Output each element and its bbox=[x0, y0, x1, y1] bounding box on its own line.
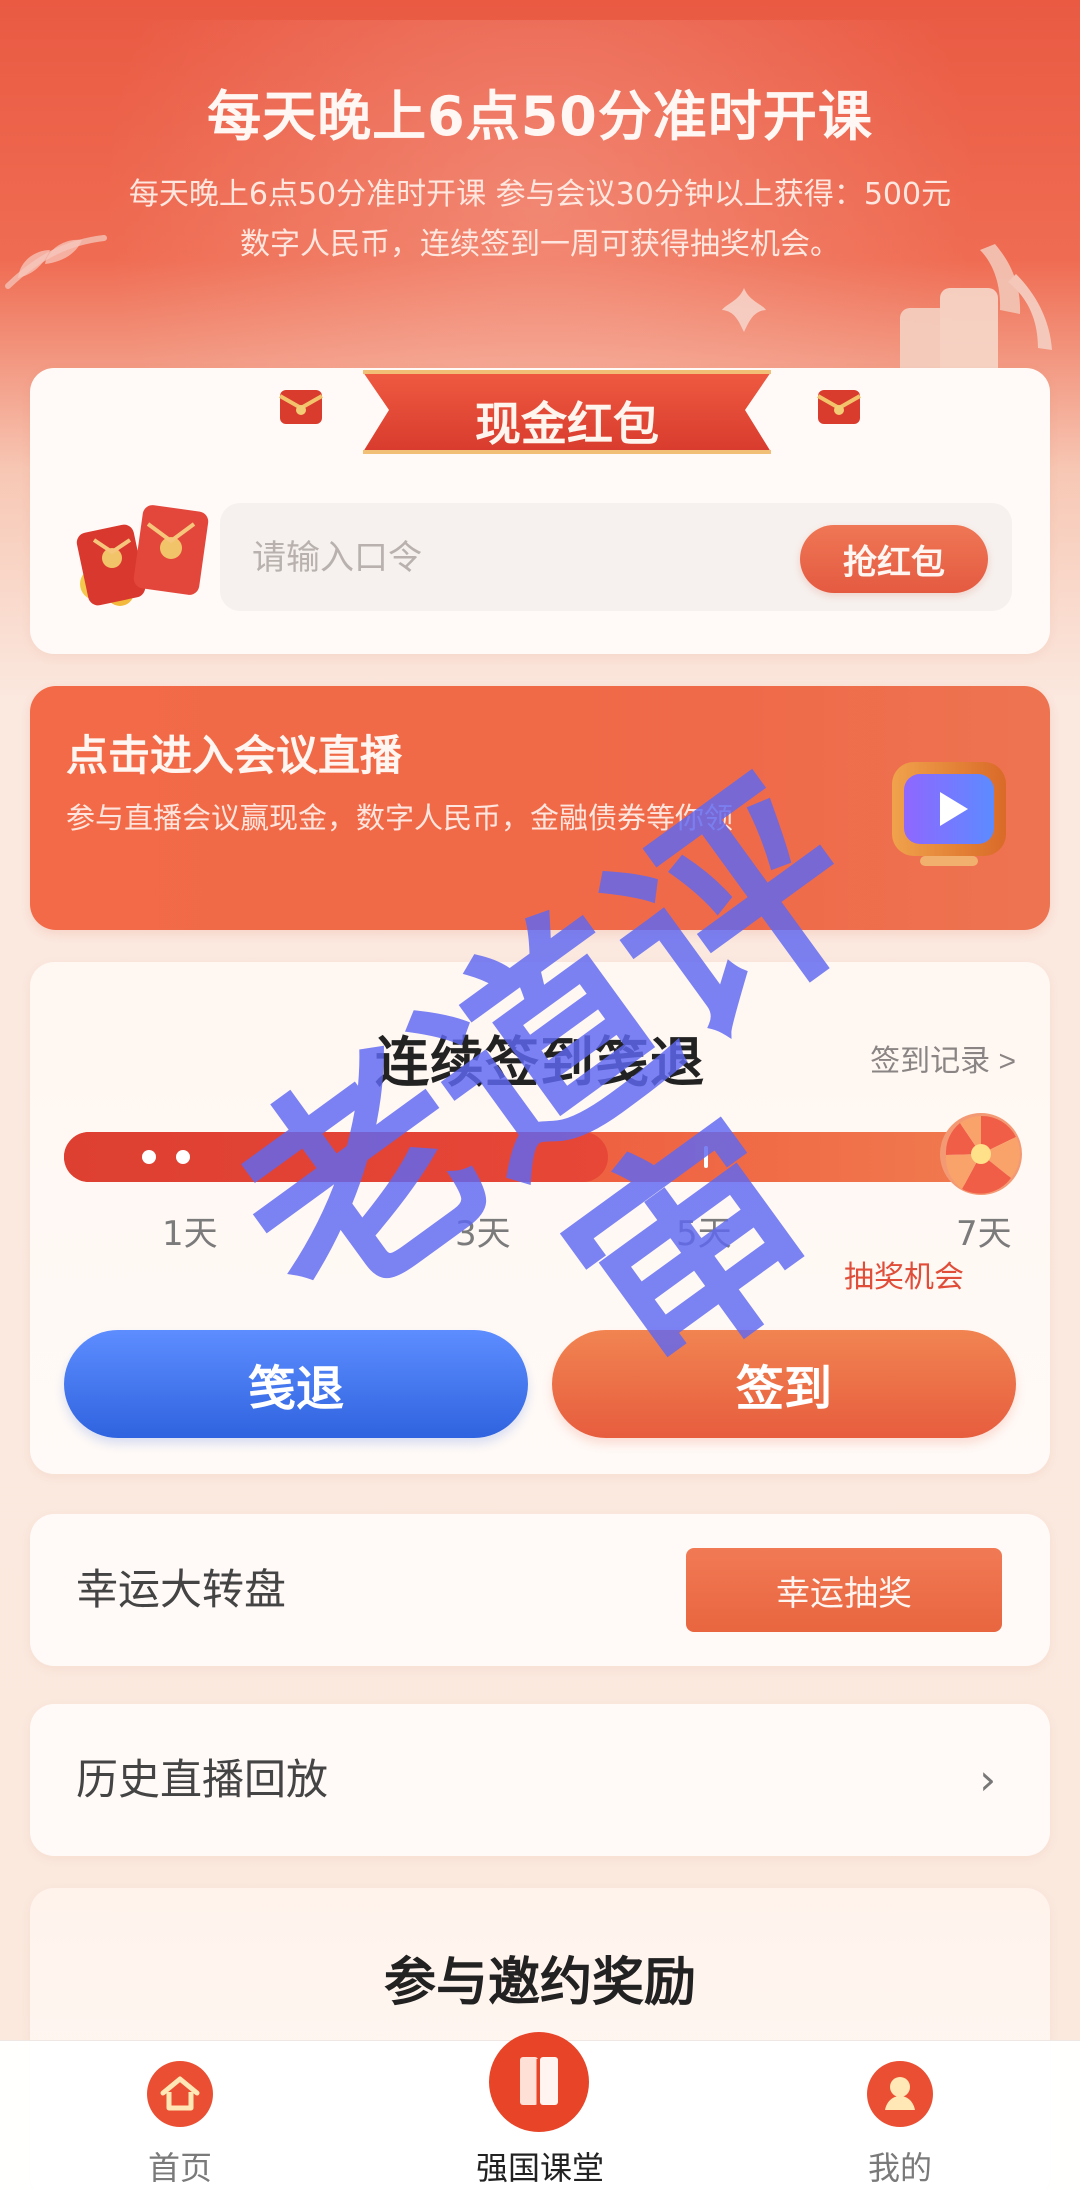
progress-marker bbox=[704, 1146, 708, 1168]
nav-classroom[interactable]: 强国课堂 bbox=[360, 2032, 720, 2190]
bottom-navigation: 首页 强国课堂 我的 bbox=[0, 2032, 1080, 2190]
checkin-button[interactable]: 签到 bbox=[552, 1330, 1016, 1438]
invite-reward-title: 参与邀约奖励 bbox=[383, 1953, 696, 2013]
progress-dot-1 bbox=[142, 1150, 156, 1164]
lottery-chance-label: 抽奖机会 bbox=[844, 1260, 964, 1295]
red-envelope-icon bbox=[279, 390, 323, 424]
checkin-day-5: 5天 bbox=[676, 1214, 732, 1254]
history-live-card[interactable]: 历史直播回放 › bbox=[30, 1704, 1050, 1856]
video-play-icon bbox=[892, 762, 1006, 866]
checkin-records-link[interactable]: 签到记录 > bbox=[870, 1036, 1016, 1080]
history-live-label: 历史直播回放 bbox=[76, 1755, 329, 1804]
lucky-wheel-card: 幸运大转盘 幸运抽奖 bbox=[30, 1514, 1050, 1666]
hero-subtitle: 每天晚上6点50分准时开课 参与会议30分钟以上获得：500元 数字人民币，连续… bbox=[75, 170, 1005, 270]
hero-title: 每天晚上6点50分准时开课 bbox=[207, 85, 873, 148]
checkin-left-button[interactable]: 笺退 bbox=[64, 1330, 528, 1438]
progress-dot-2 bbox=[176, 1150, 190, 1164]
checkin-day-3: 3天 bbox=[455, 1214, 511, 1254]
checkin-day-7: 7天 bbox=[956, 1214, 1012, 1254]
red-packet-code-input[interactable] bbox=[250, 503, 764, 613]
nav-home-label: 首页 bbox=[147, 2150, 212, 2186]
book-icon bbox=[489, 2032, 589, 2132]
lucky-draw-button[interactable]: 幸运抽奖 bbox=[686, 1548, 1002, 1632]
leaf-icon bbox=[722, 288, 766, 332]
checkin-day-1: 1天 bbox=[162, 1214, 218, 1254]
home-icon bbox=[147, 2061, 213, 2127]
red-packet-card: 现金红包 抢红包 bbox=[30, 368, 1050, 654]
lucky-wheel-label: 幸运大转盘 bbox=[76, 1565, 287, 1614]
nav-home[interactable]: 首页 bbox=[0, 2041, 360, 2190]
live-meeting-description: 参与直播会议赢现金，数字人民币，金融债券等你领 bbox=[66, 801, 734, 835]
grab-red-packet-button[interactable]: 抢红包 bbox=[800, 525, 988, 593]
hero-subtitle-line-2: 数字人民币，连续签到一周可获得抽奖机会。 bbox=[240, 227, 840, 262]
chevron-right-icon: › bbox=[979, 1755, 996, 1804]
checkin-progress-track bbox=[64, 1132, 1002, 1182]
checkin-card: 连续签到笺退 签到记录 > 1天 3天 5天 7天 抽奖机会 笺退 签到 bbox=[30, 962, 1050, 1474]
red-envelope-icon bbox=[817, 390, 861, 424]
app-page: 每天晚上6点50分准时开课 每天晚上6点50分准时开课 参与会议30分钟以上获得… bbox=[0, 0, 1080, 2190]
nav-classroom-label: 强国课堂 bbox=[475, 2150, 604, 2186]
live-meeting-title: 点击进入会议直播 bbox=[66, 731, 403, 780]
nav-mine-label: 我的 bbox=[867, 2150, 932, 2186]
prize-wheel-icon bbox=[940, 1113, 1022, 1195]
live-meeting-card[interactable]: 点击进入会议直播 参与直播会议赢现金，数字人民币，金融债券等你领 bbox=[30, 686, 1050, 930]
user-icon bbox=[867, 2061, 933, 2127]
nav-mine[interactable]: 我的 bbox=[720, 2041, 1080, 2190]
hero-subtitle-line-1: 每天晚上6点50分准时开课 参与会议30分钟以上获得：500元 bbox=[128, 177, 952, 212]
red-packet-title: 现金红包 bbox=[475, 397, 659, 451]
red-packet-icon bbox=[76, 505, 209, 606]
red-packet-input-wrapper: 抢红包 bbox=[220, 503, 1012, 613]
